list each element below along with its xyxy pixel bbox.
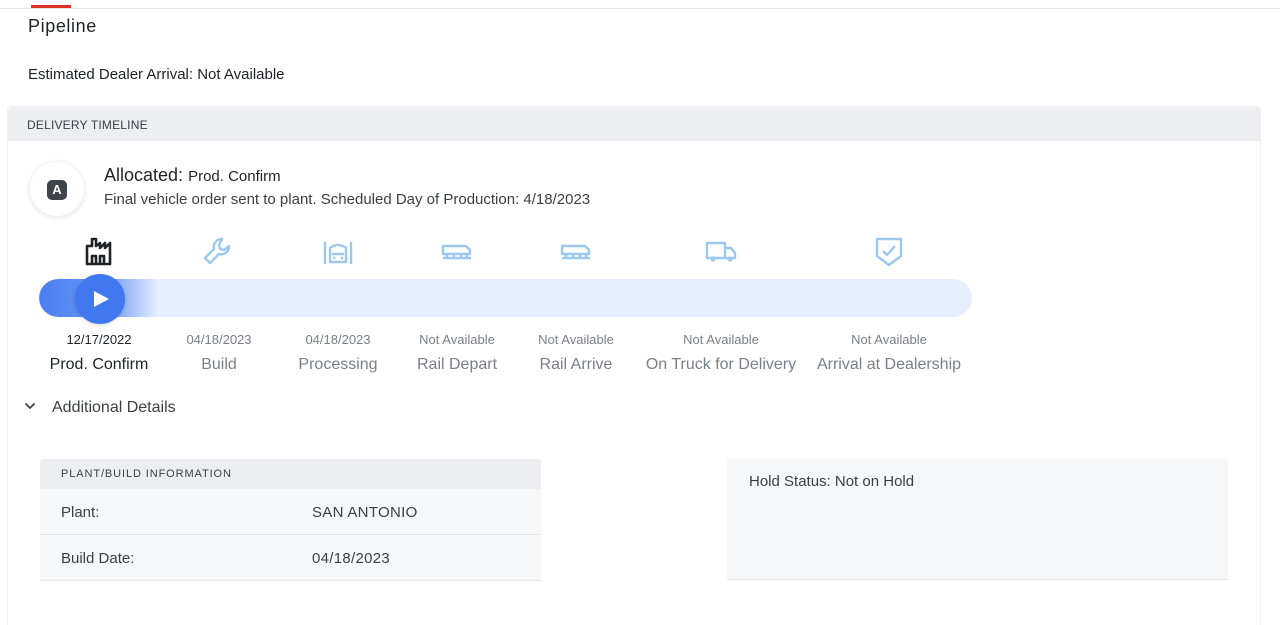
plant-build-header: PLANT/BUILD INFORMATION bbox=[40, 459, 541, 489]
progress-track bbox=[39, 279, 972, 317]
build-date-value: 04/18/2023 bbox=[312, 550, 391, 567]
delivery-timeline-title: DELIVERY TIMELINE bbox=[27, 118, 148, 132]
rail-arrive-icon bbox=[559, 234, 593, 268]
status-badge: A bbox=[30, 162, 84, 216]
top-divider bbox=[0, 8, 1280, 9]
status-substage: Prod. Confirm bbox=[188, 168, 281, 185]
chevron-down-icon bbox=[25, 403, 35, 409]
car-processing-icon bbox=[321, 234, 355, 268]
stage-date: Not Available bbox=[683, 332, 759, 347]
factory-icon bbox=[83, 234, 117, 268]
shield-check-icon bbox=[872, 234, 906, 268]
build-date-key: Build Date: bbox=[61, 550, 135, 567]
stage-label: On Truck for Delivery bbox=[645, 356, 797, 373]
status-heading: Allocated: Prod. Confirm bbox=[104, 165, 281, 186]
plant-build-panel: PLANT/BUILD INFORMATION Plant: SAN ANTON… bbox=[40, 459, 541, 581]
stage-date: Not Available bbox=[538, 332, 614, 347]
active-tab-indicator bbox=[31, 5, 71, 8]
stage-date: Not Available bbox=[851, 332, 927, 347]
play-icon bbox=[94, 291, 109, 307]
status-description: Final vehicle order sent to plant. Sched… bbox=[104, 191, 591, 208]
plant-key: Plant: bbox=[61, 504, 100, 521]
status-label: Allocated: bbox=[104, 165, 184, 185]
page-title: Pipeline bbox=[28, 16, 97, 36]
truck-icon bbox=[704, 234, 738, 268]
additional-details-label: Additional Details bbox=[52, 399, 176, 416]
plant-value: SAN ANTONIO bbox=[312, 504, 418, 521]
wrench-icon bbox=[201, 234, 235, 268]
build-date-row: Build Date: 04/18/2023 bbox=[40, 535, 541, 581]
status-badge-letter: A bbox=[47, 180, 67, 200]
hold-status: Hold Status: Not on Hold bbox=[749, 473, 915, 490]
rail-depart-icon bbox=[440, 234, 474, 268]
hold-status-panel: Hold Status: Not on Hold bbox=[727, 459, 1228, 580]
delivery-timeline-card: DELIVERY TIMELINE A Allocated: Prod. Con… bbox=[7, 106, 1261, 625]
estimated-dealer-arrival: Estimated Dealer Arrival: Not Available bbox=[28, 66, 285, 83]
plant-row: Plant: SAN ANTONIO bbox=[40, 489, 541, 535]
stage-label: Arrival at Dealership bbox=[816, 356, 962, 373]
plant-build-title: PLANT/BUILD INFORMATION bbox=[61, 468, 232, 480]
progress-thumb[interactable] bbox=[75, 274, 125, 324]
delivery-timeline-header: DELIVERY TIMELINE bbox=[8, 107, 1260, 141]
